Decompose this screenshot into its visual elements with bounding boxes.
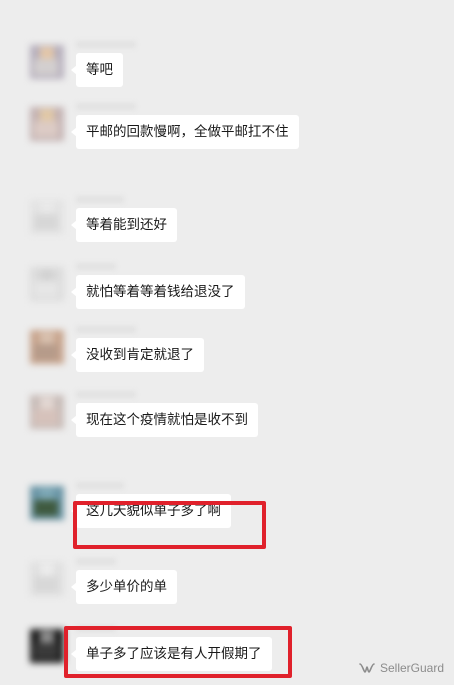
sender-name-blurred [76, 391, 136, 398]
user-avatar[interactable] [30, 45, 64, 79]
user-avatar[interactable] [30, 200, 64, 234]
user-avatar[interactable] [30, 267, 64, 301]
sender-name-blurred [76, 326, 136, 333]
message-bubble[interactable]: 就怕等着等着钱给退没了 [71, 275, 245, 309]
highlight-box [73, 501, 266, 549]
message-bubble[interactable]: 平邮的回款慢啊，全做平邮扛不住 [71, 115, 299, 149]
watermark: SellerGuard [359, 661, 444, 675]
sender-name-blurred [76, 196, 124, 203]
message-bubble[interactable]: 现在这个疫情就怕是收不到 [71, 403, 258, 437]
sender-name-blurred [76, 482, 124, 489]
user-avatar[interactable] [30, 330, 64, 364]
user-avatar[interactable] [30, 486, 64, 520]
watermark-text: SellerGuard [379, 661, 444, 675]
sender-name-blurred [76, 558, 116, 565]
message-bubble[interactable]: 多少单价的单 [71, 570, 177, 604]
message-bubble[interactable]: 等吧 [71, 53, 123, 87]
highlight-box [64, 626, 292, 678]
wechat-channel-icon [359, 662, 375, 674]
chat-window: 等吧 平邮的回款慢啊，全做平邮扛不住 等着能到还好 就怕等着等着钱给退没了 没收… [0, 0, 454, 685]
sender-name-blurred [76, 41, 136, 48]
user-avatar[interactable] [30, 629, 64, 663]
user-avatar[interactable] [30, 562, 64, 596]
user-avatar[interactable] [30, 395, 64, 429]
sender-name-blurred [76, 263, 116, 270]
message-bubble[interactable]: 等着能到还好 [71, 208, 177, 242]
message-bubble[interactable]: 没收到肯定就退了 [71, 338, 204, 372]
user-avatar[interactable] [30, 107, 64, 141]
sender-name-blurred [76, 103, 136, 110]
